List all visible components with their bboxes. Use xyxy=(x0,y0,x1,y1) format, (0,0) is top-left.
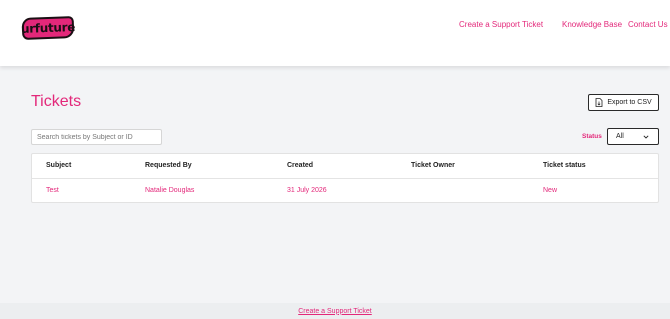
table-header-row: Subject Requested By Created Ticket Owne… xyxy=(32,154,658,179)
file-export-icon xyxy=(595,98,603,107)
footer-create-ticket-link[interactable]: Create a Support Ticket xyxy=(298,308,372,315)
logo-text: urfuture xyxy=(20,20,76,36)
nav-create-ticket-link[interactable]: Create a Support Ticket xyxy=(459,20,543,29)
ticket-requester-cell: Natalie Douglas xyxy=(145,187,195,194)
site-header: urfuture Create a Support Ticket Knowled… xyxy=(0,0,670,66)
ticket-subject-cell[interactable]: Test xyxy=(46,187,59,194)
status-filter-select[interactable]: All xyxy=(607,128,659,145)
status-filter-label: Status xyxy=(582,133,602,140)
column-header-ticket-status[interactable]: Ticket status xyxy=(543,162,586,169)
ticket-status-cell: New xyxy=(543,187,558,194)
ticket-search-input[interactable] xyxy=(31,129,162,145)
page-title: Tickets xyxy=(31,93,82,110)
nav-knowledge-base-link[interactable]: Knowledge Base xyxy=(562,20,622,29)
urfuture-logo[interactable]: urfuture xyxy=(20,16,76,40)
page-footer: Create a Support Ticket xyxy=(0,303,670,319)
status-filter-value: All xyxy=(616,133,624,140)
column-header-created[interactable]: Created xyxy=(287,162,313,169)
nav-contact-us-link[interactable]: Contact Us xyxy=(628,20,668,29)
export-csv-label: Export to CSV xyxy=(607,99,652,106)
tickets-table: Subject Requested By Created Ticket Owne… xyxy=(31,153,659,203)
ticket-created-cell: 31 July 2026 xyxy=(287,187,327,194)
column-header-ticket-owner[interactable]: Ticket Owner xyxy=(411,162,455,169)
column-header-requested-by[interactable]: Requested By xyxy=(145,162,192,169)
column-header-subject[interactable]: Subject xyxy=(46,162,71,169)
export-csv-button[interactable]: Export to CSV xyxy=(588,94,659,111)
chevron-down-icon xyxy=(643,135,649,139)
